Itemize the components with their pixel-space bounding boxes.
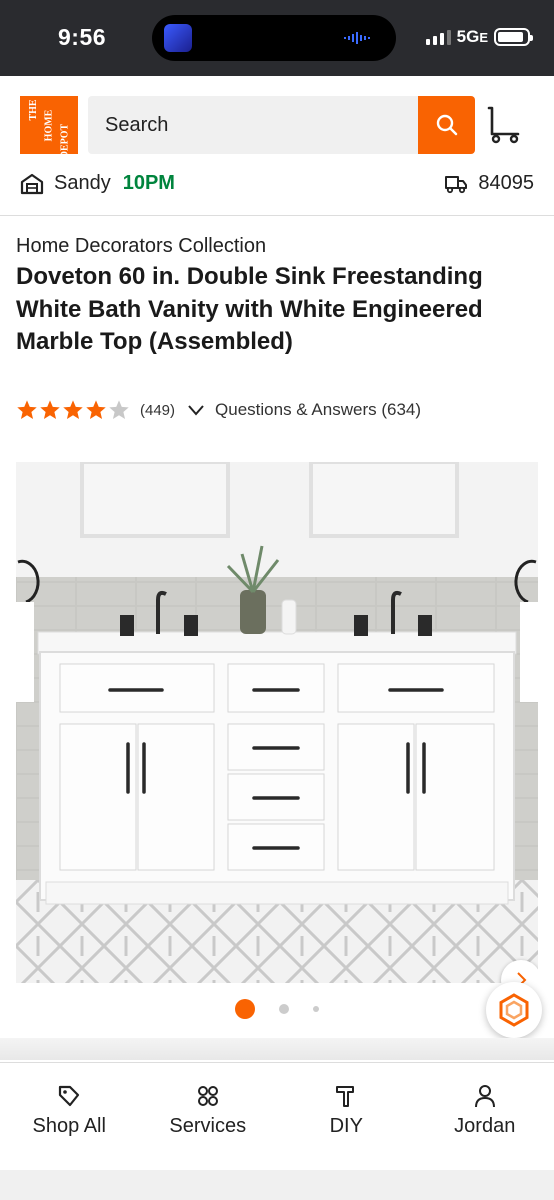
rating-row: (449) Questions & Answers (634)	[16, 399, 421, 421]
nav-services[interactable]: Services	[139, 1063, 278, 1170]
zip-code: 84095	[478, 172, 534, 194]
delivery-truck-icon	[445, 175, 468, 193]
dynamic-island	[152, 15, 396, 61]
product-section: Home Decorators Collection Doveton 60 in…	[0, 216, 554, 1046]
search-bar	[88, 96, 418, 154]
product-title: Doveton 60 in. Double Sink Freestanding …	[16, 263, 483, 355]
home-depot-logo[interactable]: THE HOME DEPOT	[20, 96, 78, 158]
search-button[interactable]	[418, 96, 475, 154]
nav-label: Services	[169, 1115, 247, 1137]
store-name: Sandy	[54, 172, 111, 194]
cellular-signal-icon	[425, 29, 451, 45]
home-indicator-area	[0, 1170, 554, 1200]
nav-diy[interactable]: DIY	[277, 1063, 416, 1170]
cart-icon[interactable]	[486, 104, 522, 144]
chat-assistant-button[interactable]	[486, 982, 542, 1038]
search-icon	[436, 114, 457, 136]
nav-label: Jordan	[454, 1115, 516, 1137]
gallery-dot[interactable]	[279, 1004, 289, 1014]
nav-label: DIY	[329, 1115, 363, 1137]
hexagon-assistant-icon	[499, 993, 529, 1027]
star-icon	[86, 400, 106, 419]
status-bar: 9:56 5GE	[0, 0, 554, 76]
chevron-down-icon[interactable]	[187, 401, 205, 419]
nav-label: Shop All	[32, 1115, 106, 1137]
gallery-dot[interactable]	[313, 1006, 319, 1012]
review-count[interactable]: (449)	[140, 402, 175, 419]
store-hours: 10PM	[122, 172, 175, 194]
search-input[interactable]	[88, 96, 418, 154]
bottom-navigation: Shop All Services DIY Jordan	[0, 1062, 554, 1170]
star-icon	[109, 400, 129, 419]
questions-answers-link[interactable]: Questions & Answers (634)	[215, 400, 421, 420]
battery-level	[498, 32, 524, 42]
store-selector[interactable]: Sandy 10PM	[20, 172, 175, 195]
store-icon	[20, 173, 44, 194]
status-indicators: 5GE	[425, 26, 533, 48]
person-icon	[474, 1085, 495, 1108]
star-icon	[63, 400, 83, 419]
hammer-icon	[336, 1086, 355, 1107]
section-divider	[0, 1038, 554, 1060]
network-type: 5GE	[456, 27, 488, 46]
tag-icon	[59, 1085, 80, 1107]
star-icon	[40, 400, 60, 419]
product-brand[interactable]: Home Decorators Collection	[16, 235, 266, 258]
nav-shop-all[interactable]: Shop All	[0, 1063, 139, 1170]
services-icon	[197, 1086, 218, 1106]
gallery-pagination	[0, 999, 554, 1019]
now-playing-app-icon	[164, 24, 192, 52]
battery-icon	[494, 28, 533, 46]
product-image-gallery[interactable]	[16, 462, 538, 983]
gallery-dot[interactable]	[235, 999, 255, 1019]
product-image	[16, 462, 538, 983]
status-time: 9:56	[58, 24, 107, 50]
app-header: THEHOMEDEPOT Sandy 10PM 84095	[0, 76, 554, 216]
star-rating[interactable]	[16, 399, 130, 421]
audio-wave-icon	[344, 32, 370, 44]
delivery-zip-selector[interactable]: 84095	[444, 172, 534, 195]
nav-account[interactable]: Jordan	[416, 1063, 554, 1170]
star-icon	[17, 400, 37, 419]
